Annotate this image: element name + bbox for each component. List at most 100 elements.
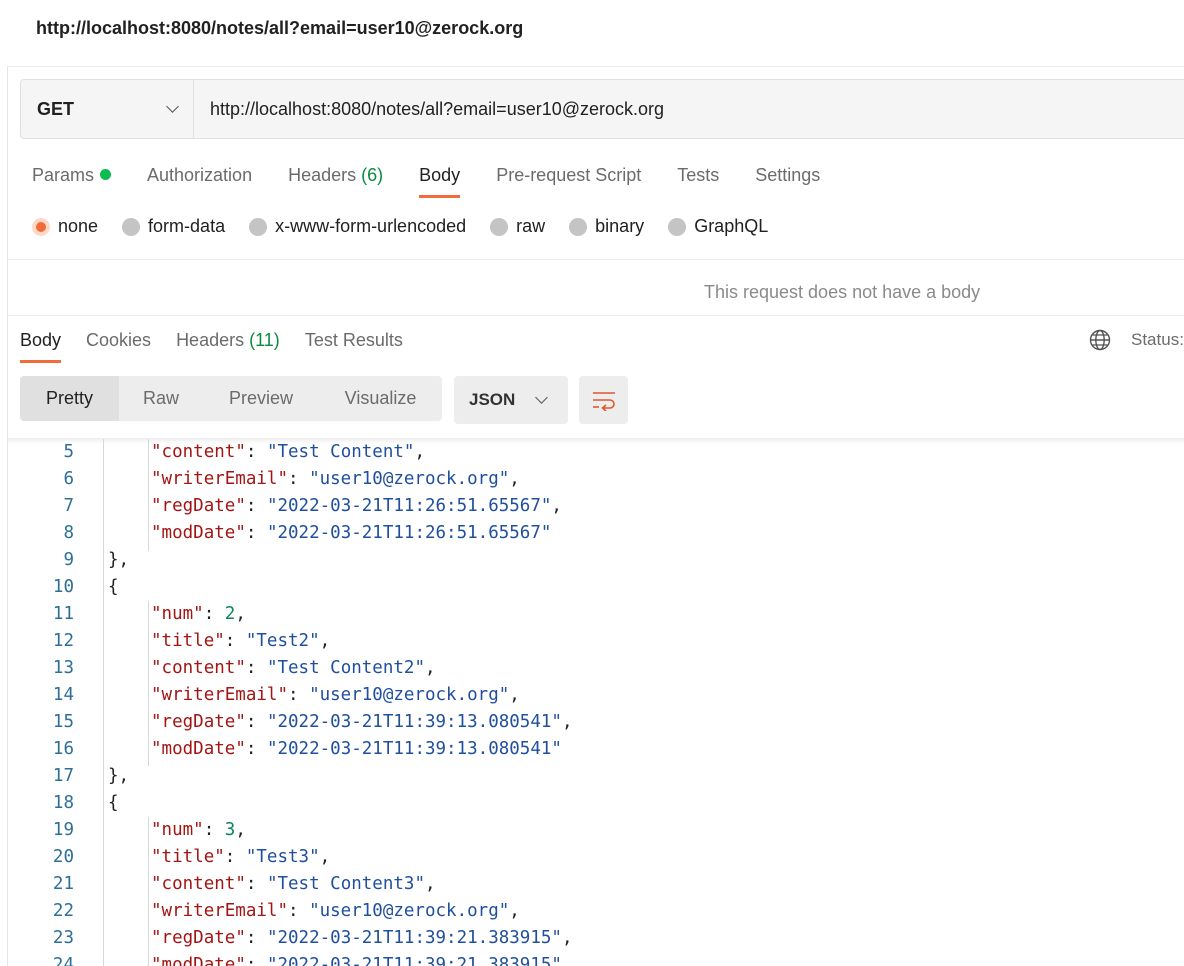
line-number: 16 bbox=[52, 739, 74, 759]
tab-headers[interactable]: Headers (6) bbox=[288, 162, 383, 198]
json-key: title bbox=[161, 631, 215, 651]
tab-body-label: Body bbox=[419, 165, 461, 185]
resp-tab-test-results-label: Test Results bbox=[304, 330, 403, 350]
line-number: 7 bbox=[63, 496, 74, 516]
code-text: "num": 3, bbox=[151, 820, 246, 840]
code-text: "regDate": "2022-03-21T11:39:21.383915", bbox=[151, 928, 573, 948]
indent-guide bbox=[148, 601, 149, 766]
response-tabs: Body Cookies Headers (11) Test Results bbox=[20, 327, 428, 363]
line-number: 17 bbox=[52, 766, 74, 786]
method-label: GET bbox=[37, 98, 75, 119]
tab-tests-label: Tests bbox=[677, 165, 720, 185]
code-text: { bbox=[108, 574, 119, 601]
line-number: 9 bbox=[63, 550, 74, 570]
radio-form-data[interactable]: form-data bbox=[122, 216, 225, 237]
json-key: content bbox=[161, 658, 236, 678]
code-line: 13 "content": "Test Content2", bbox=[8, 655, 1184, 682]
resp-tab-headers[interactable]: Headers (11) bbox=[176, 327, 280, 363]
json-key: modDate bbox=[161, 955, 236, 966]
tab-headers-label: Headers bbox=[288, 165, 357, 185]
line-number: 14 bbox=[52, 685, 74, 705]
radio-binary[interactable]: binary bbox=[569, 216, 644, 237]
resp-tab-test-results[interactable]: Test Results bbox=[305, 327, 403, 363]
radio-icon bbox=[122, 217, 141, 236]
wrap-lines-icon bbox=[592, 392, 615, 411]
code-text: "regDate": "2022-03-21T11:26:51.65567", bbox=[151, 496, 562, 516]
line-number: 12 bbox=[52, 631, 74, 651]
radio-icon bbox=[490, 217, 509, 236]
view-preview-button[interactable]: Preview bbox=[203, 376, 319, 421]
radio-raw[interactable]: raw bbox=[490, 216, 545, 237]
json-key: writerEmail bbox=[161, 685, 278, 705]
json-key: writerEmail bbox=[161, 901, 278, 921]
body-type-radios: none form-data x-www-form-urlencoded raw… bbox=[32, 216, 792, 237]
json-value: "Test Content" bbox=[266, 442, 415, 462]
radio-label: raw bbox=[516, 216, 546, 236]
tab-params[interactable]: Params bbox=[32, 162, 112, 198]
view-visualize-button[interactable]: Visualize bbox=[319, 376, 442, 421]
no-body-message: This request does not have a body bbox=[704, 282, 981, 302]
json-value: "user10@zerock.org" bbox=[309, 901, 510, 921]
code-text: "title": "Test2", bbox=[151, 631, 331, 651]
tab-settings[interactable]: Settings bbox=[755, 162, 820, 198]
code-line: 8 "modDate": "2022-03-21T11:26:51.65567" bbox=[8, 520, 1184, 547]
json-value: "user10@zerock.org" bbox=[309, 469, 510, 489]
radio-label: form-data bbox=[148, 216, 226, 236]
tab-body[interactable]: Body bbox=[419, 162, 461, 198]
line-number: 24 bbox=[52, 955, 74, 966]
line-number: 10 bbox=[52, 577, 74, 597]
radio-x-www-form-urlencoded[interactable]: x-www-form-urlencoded bbox=[249, 216, 466, 237]
line-number: 13 bbox=[52, 658, 74, 678]
code-text: { bbox=[108, 790, 119, 817]
json-key: num bbox=[161, 604, 194, 624]
format-select[interactable]: JSON bbox=[454, 376, 568, 424]
code-text: }, bbox=[108, 763, 129, 790]
json-code-view[interactable]: 5 "content": "Test Content", 6 "writerEmail… bbox=[8, 439, 1184, 966]
radio-icon bbox=[668, 217, 687, 236]
method-select[interactable]: GET bbox=[21, 80, 194, 138]
line-number: 22 bbox=[52, 901, 74, 921]
code-text: "title": "Test3", bbox=[151, 847, 331, 867]
code-line: 18 { bbox=[8, 790, 1184, 817]
wrap-lines-button[interactable] bbox=[579, 376, 628, 424]
code-line: 6 "writerEmail": "user10@zerock.org", bbox=[8, 466, 1184, 493]
code-text: "regDate": "2022-03-21T11:39:13.080541", bbox=[151, 712, 573, 732]
request-title[interactable]: http://localhost:8080/notes/all?email=us… bbox=[36, 18, 523, 39]
tab-settings-label: Settings bbox=[755, 165, 821, 185]
code-text: "writerEmail": "user10@zerock.org", bbox=[151, 469, 520, 489]
json-key: regDate bbox=[161, 712, 236, 732]
json-punctuation: { bbox=[108, 793, 119, 813]
code-line: 19 "num": 3, bbox=[8, 817, 1184, 844]
view-raw-button[interactable]: Raw bbox=[119, 376, 203, 421]
view-mode-group: Pretty Raw Preview Visualize bbox=[20, 376, 442, 421]
tab-authorization[interactable]: Authorization bbox=[147, 162, 252, 198]
code-line: 20 "title": "Test3", bbox=[8, 844, 1184, 871]
code-text: "writerEmail": "user10@zerock.org", bbox=[151, 685, 520, 705]
code-line: 23 "regDate": "2022-03-21T11:39:21.383915… bbox=[8, 925, 1184, 952]
code-text: "content": "Test Content2", bbox=[151, 658, 436, 678]
response-divider[interactable] bbox=[8, 315, 1184, 316]
globe-icon[interactable] bbox=[1089, 329, 1111, 351]
resp-tab-cookies[interactable]: Cookies bbox=[86, 327, 151, 363]
url-input[interactable] bbox=[194, 80, 1184, 138]
json-value: "2022-03-21T11:26:51.65567" bbox=[266, 496, 552, 516]
radio-graphql[interactable]: GraphQL bbox=[668, 216, 768, 237]
code-line: 11 "num": 2, bbox=[8, 601, 1184, 628]
code-text: "modDate": "2022-03-21T11:26:51.65567" bbox=[151, 523, 552, 543]
tab-pre-request-script[interactable]: Pre-request Script bbox=[496, 162, 641, 198]
json-value: "2022-03-21T11:39:13.080541" bbox=[266, 712, 562, 732]
radio-label: x-www-form-urlencoded bbox=[275, 216, 467, 236]
json-key: content bbox=[161, 874, 236, 894]
radio-none[interactable]: none bbox=[32, 216, 98, 237]
view-pretty-button[interactable]: Pretty bbox=[20, 376, 119, 421]
json-value: "Test3" bbox=[245, 847, 320, 867]
request-tabs: Params Authorization Headers (6) Body Pr… bbox=[32, 162, 856, 198]
json-value: "user10@zerock.org" bbox=[309, 685, 510, 705]
line-number: 15 bbox=[52, 712, 74, 732]
title-divider bbox=[8, 66, 1184, 67]
resp-tab-body[interactable]: Body bbox=[20, 327, 62, 363]
json-value: "2022-03-21T11:39:21.383915" bbox=[266, 955, 562, 966]
tab-tests[interactable]: Tests bbox=[677, 162, 719, 198]
code-text: "writerEmail": "user10@zerock.org", bbox=[151, 901, 520, 921]
code-text: "modDate": "2022-03-21T11:39:21.383915" bbox=[151, 952, 562, 966]
